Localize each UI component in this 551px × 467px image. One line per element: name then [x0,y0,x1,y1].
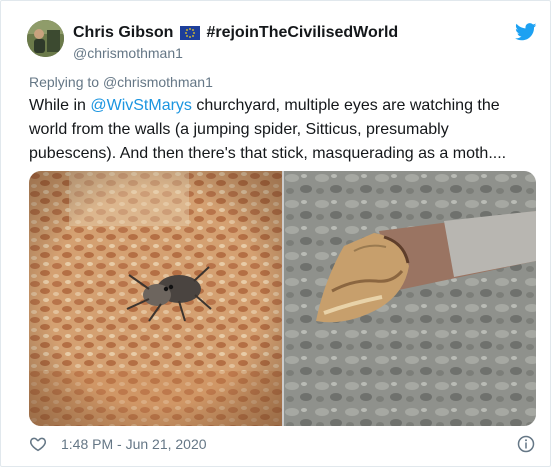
mention-link[interactable]: @WivStMarys [90,97,192,114]
replying-to: Replying to @chrismothman1 [29,74,213,90]
heart-icon[interactable] [29,435,47,453]
replying-to-label: Replying to [29,74,100,90]
eu-flag-icon [180,26,201,40]
author-handle[interactable]: @chrismothman1 [73,45,183,61]
author-name-row: Chris Gibson #rejoinTheCivilisedWorld [73,24,398,42]
tweet-text: While in @WivStMarys churchyard, multipl… [29,94,534,166]
replying-to-handle[interactable]: @chrismothman1 [103,74,213,90]
spider-photo[interactable] [29,171,282,426]
tweet-timestamp[interactable]: 1:48 PM - Jun 21, 2020 [61,436,207,452]
tweet-footer: 1:48 PM - Jun 21, 2020 [29,435,207,453]
tweet-card: Chris Gibson #rejoinTheCivilisedWorld @c… [0,0,551,467]
twitter-bird-icon[interactable] [515,23,537,41]
moth-photo[interactable] [284,171,536,426]
author-hashtag: #rejoinTheCivilisedWorld [206,24,399,41]
info-icon[interactable] [517,435,535,453]
media-grid [29,171,536,426]
avatar[interactable] [27,20,64,57]
tweet-text-start: While in [29,97,91,114]
author-name[interactable]: Chris Gibson [73,24,173,42]
